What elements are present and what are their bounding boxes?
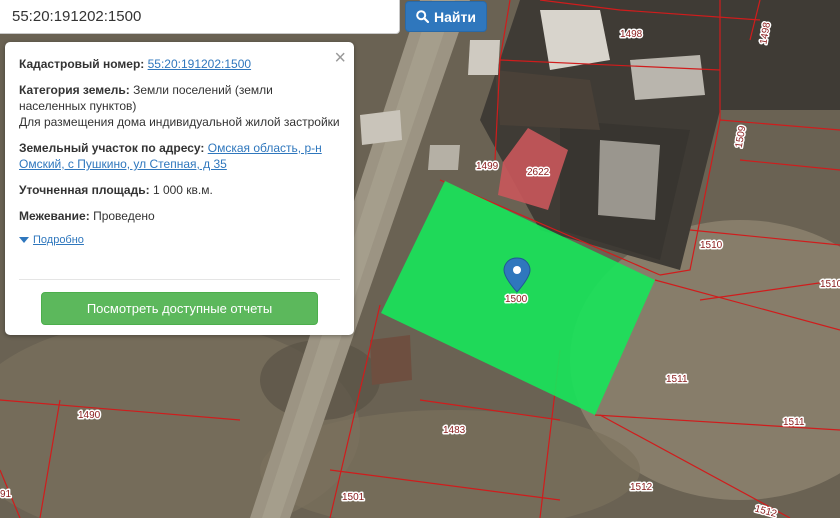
usage-value: Для размещения дома индивидуальной жилой… bbox=[19, 115, 340, 129]
details-label: Подробно bbox=[33, 234, 84, 246]
parcel-label: 1510 bbox=[820, 279, 840, 290]
parcel-label: 2622 bbox=[527, 167, 550, 178]
close-icon[interactable]: × bbox=[334, 48, 346, 68]
parcel-label: 1511 bbox=[783, 417, 805, 428]
area-value: 1 000 кв.м. bbox=[152, 183, 213, 197]
parcel-label: 1511 bbox=[666, 374, 688, 385]
address-label: Земельный участок по адресу: bbox=[19, 141, 205, 155]
parcel-label: 1490 bbox=[78, 410, 101, 421]
survey-row: Межевание: Проведено bbox=[19, 208, 340, 224]
cadastral-label: Кадастровый номер: bbox=[19, 57, 145, 71]
area-row: Уточненная площадь: 1 000 кв.м. bbox=[19, 182, 340, 198]
details-toggle[interactable]: Подробно bbox=[19, 232, 340, 248]
parcel-info-panel: × Кадастровый номер: 55:20:191202:1500 К… bbox=[5, 42, 354, 335]
area-label: Уточненная площадь: bbox=[19, 183, 150, 197]
parcel-label: 1510 bbox=[700, 240, 723, 251]
search-button-label: Найти bbox=[434, 8, 476, 25]
parcel-label: 91 bbox=[0, 489, 12, 500]
cadastral-number-link[interactable]: 55:20:191202:1500 bbox=[148, 57, 251, 71]
search-icon bbox=[416, 10, 430, 23]
caret-down-icon bbox=[19, 237, 29, 243]
parcel-label: 1501 bbox=[342, 492, 365, 503]
divider bbox=[19, 279, 340, 280]
survey-label: Межевание: bbox=[19, 209, 90, 223]
view-reports-button[interactable]: Посмотреть доступные отчеты bbox=[41, 292, 318, 325]
parcel-label: 1483 bbox=[443, 425, 466, 436]
parcel-label: 1499 bbox=[476, 161, 499, 172]
parcel-label: 1500 bbox=[505, 294, 528, 305]
search-button[interactable]: Найти bbox=[405, 1, 487, 32]
parcel-label: 1498 bbox=[620, 29, 643, 40]
search-input[interactable]: 55:20:191202:1500 bbox=[0, 0, 400, 34]
cadastral-row: Кадастровый номер: 55:20:191202:1500 bbox=[19, 56, 340, 72]
parcel-label: 1512 bbox=[630, 482, 653, 493]
category-row: Категория земель: Земли поселений (земли… bbox=[19, 82, 340, 130]
address-row: Земельный участок по адресу: Омская обла… bbox=[19, 140, 340, 172]
survey-value: Проведено bbox=[93, 209, 155, 223]
category-label: Категория земель: bbox=[19, 83, 130, 97]
